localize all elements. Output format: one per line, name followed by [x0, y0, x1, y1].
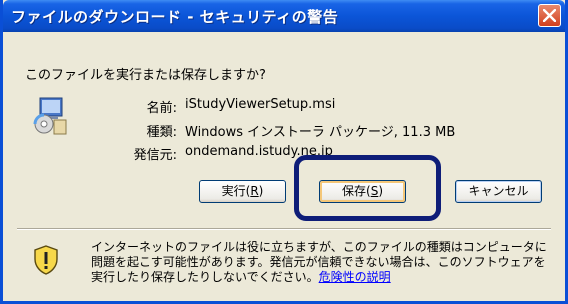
close-button[interactable] [538, 4, 561, 27]
cancel-button-label: キャンセル [468, 184, 529, 198]
download-dialog: ファイルのダウンロード - セキュリティの警告 このファイルを実行または保存しま… [0, 0, 568, 304]
risk-explanation-link[interactable]: 危険性の説明 [319, 270, 391, 284]
file-type: Windows インストーラ パッケージ, 11.3 MB [185, 125, 456, 140]
msi-file-icon [30, 96, 70, 136]
source-label: 発信元: [133, 148, 177, 163]
window-title: ファイルのダウンロード - セキュリティの警告 [11, 8, 339, 26]
close-icon [543, 9, 556, 22]
shield-warning-icon [33, 245, 59, 275]
divider [17, 228, 551, 230]
title-bar[interactable]: ファイルのダウンロード - セキュリティの警告 [3, 0, 565, 32]
type-label: 種類: [146, 125, 177, 140]
save-button-highlight [294, 155, 441, 221]
cancel-button[interactable]: キャンセル [455, 180, 542, 203]
run-button-key: R [250, 184, 259, 198]
question-text: このファイルを実行または保存しますか? [25, 68, 266, 83]
run-button-label: 実行( [221, 184, 251, 198]
run-button[interactable]: 実行(R) [199, 180, 286, 203]
name-label: 名前: [146, 101, 177, 116]
warning-message: インターネットのファイルは役に立ちますが、このファイルの種類はコンピュータに問題… [91, 240, 553, 285]
file-name: iStudyViewerSetup.msi [185, 97, 336, 112]
run-button-suffix: ) [258, 184, 264, 198]
